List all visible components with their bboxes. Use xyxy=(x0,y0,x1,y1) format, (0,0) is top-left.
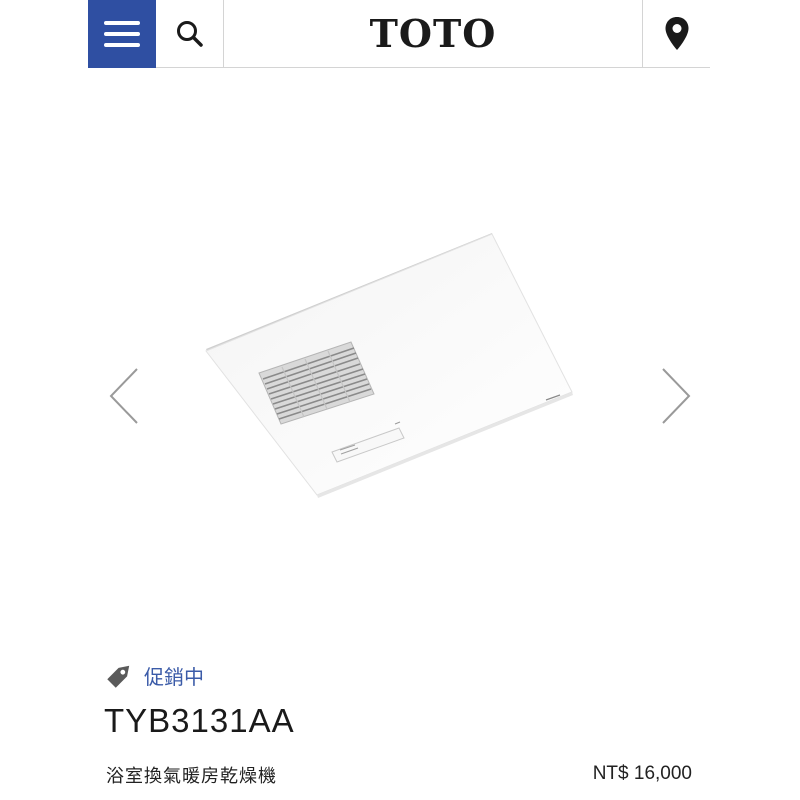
store-locator-button[interactable] xyxy=(642,0,710,67)
top-nav-bar: TOTO xyxy=(88,0,710,68)
search-icon xyxy=(176,20,203,47)
menu-bar-line xyxy=(104,32,140,36)
product-image xyxy=(205,233,573,498)
chevron-right-icon xyxy=(662,368,691,424)
product-model: TYB3131AA xyxy=(104,702,295,739)
promo-label: 促銷中 xyxy=(144,664,204,689)
product-name: 浴室換氣暖房乾燥機 xyxy=(106,766,277,787)
map-pin-icon xyxy=(665,16,688,50)
menu-button[interactable] xyxy=(88,0,156,68)
page: TOTO 促銷中 TYB3131AA 浴室換氣暖房乾燥機 NT$ 16,000 xyxy=(88,0,710,800)
menu-bar-line xyxy=(104,43,140,47)
search-button[interactable] xyxy=(156,0,224,67)
chevron-left-icon xyxy=(109,368,138,424)
brand-logo[interactable]: TOTO xyxy=(224,0,642,67)
tag-icon xyxy=(107,665,130,688)
promo-badge: 促銷中 xyxy=(104,660,204,690)
carousel-next-button[interactable] xyxy=(656,366,696,426)
product-price: NT$ 16,000 xyxy=(592,763,692,784)
menu-bar-line xyxy=(104,21,140,25)
carousel-prev-button[interactable] xyxy=(104,366,144,426)
